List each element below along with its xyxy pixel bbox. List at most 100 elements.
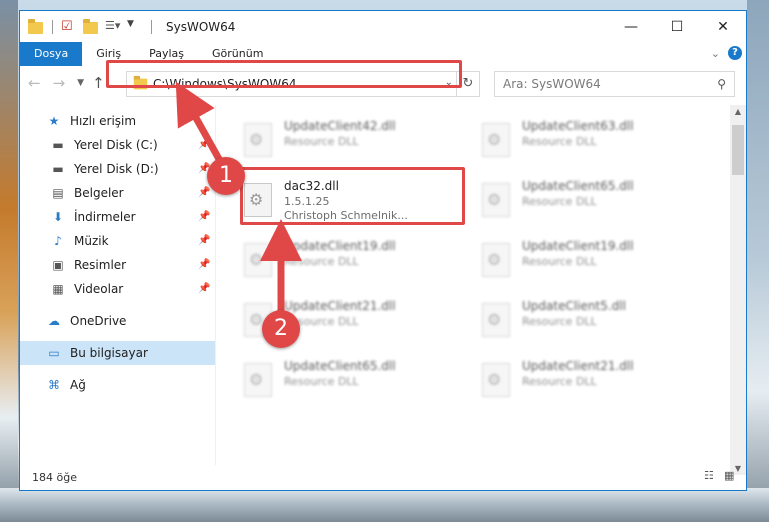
large-icons-view-icon[interactable]: ▦ [724, 470, 738, 482]
up-arrow-icon[interactable]: ↑ [92, 74, 105, 92]
dll-file-icon [482, 183, 510, 217]
downloads-icon: ⬇ [52, 210, 64, 224]
sidebar-item-this-pc[interactable]: ▭ Bu bilgisayar [20, 341, 215, 365]
title-bar: ☑ ☰▾ ▼ SysWOW64 — ☐ ✕ [20, 11, 746, 42]
videos-icon: ▦ [52, 282, 64, 296]
details-view-icon[interactable]: ☷ [704, 470, 718, 482]
file-item[interactable]: UpdateClient19.dll Resource DLL [236, 237, 456, 283]
sidebar-item-downloads[interactable]: ⬇ İndirmeler 📌 [20, 205, 215, 229]
file-name: UpdateClient42.dll [284, 119, 396, 133]
file-name: UpdateClient19.dll [522, 239, 634, 253]
sidebar-item-label: İndirmeler [74, 210, 136, 224]
file-highlight-box [240, 167, 465, 225]
sidebar-item-music[interactable]: ♪ Müzik 📌 [20, 229, 215, 253]
pin-icon: 📌 [198, 235, 211, 246]
search-placeholder: Ara: SysWOW64 [503, 77, 601, 91]
toolbar-separator [52, 19, 53, 34]
drive-icon: ▬ [52, 138, 64, 152]
file-item[interactable]: UpdateClient65.dll Resource DLL [236, 357, 456, 403]
minimize-button[interactable]: — [608, 11, 654, 42]
sidebar-item-local-disk-d[interactable]: ▬ Yerel Disk (D:) 📌 [20, 157, 215, 181]
title-separator [151, 19, 152, 34]
pin-icon: 📌 [198, 187, 211, 198]
properties-icon[interactable]: ☑ [61, 19, 77, 35]
file-type: Resource DLL [522, 135, 597, 148]
sidebar-item-local-disk-c[interactable]: ▬ Yerel Disk (C:) 📌 [20, 133, 215, 157]
network-icon: ⌘ [48, 378, 60, 392]
sidebar-item-label: Belgeler [74, 186, 124, 200]
file-item[interactable]: UpdateClient19.dll Resource DLL [474, 237, 694, 283]
pin-icon: 📌 [198, 139, 211, 150]
file-name: UpdateClient5.dll [522, 299, 626, 313]
dll-file-icon [244, 123, 272, 157]
forward-arrow-icon[interactable]: → [53, 74, 66, 92]
dll-file-icon [244, 363, 272, 397]
file-item[interactable]: UpdateClient42.dll Resource DLL [236, 117, 456, 163]
file-name: UpdateClient65.dll [284, 359, 396, 373]
ribbon-right-controls: ⌄ ? [711, 46, 742, 60]
recent-locations-icon[interactable]: ▼ [77, 78, 84, 88]
file-item[interactable]: UpdateClient63.dll Resource DLL [474, 117, 694, 163]
pin-icon: 📌 [198, 283, 211, 294]
step-1-badge: 1 [207, 157, 245, 195]
file-type: Resource DLL [284, 135, 359, 148]
address-highlight-box [106, 60, 462, 88]
pin-icon: 📌 [198, 259, 211, 270]
sidebar-item-pictures[interactable]: ▣ Resimler 📌 [20, 253, 215, 277]
search-input[interactable]: Ara: SysWOW64 ⚲ [494, 71, 735, 97]
sidebar-item-documents[interactable]: ▤ Belgeler 📌 [20, 181, 215, 205]
chevron-down-icon[interactable]: ⌄ [711, 47, 720, 60]
star-icon: ★ [48, 114, 60, 128]
customize-toolbar-icon[interactable]: ☰▾ [105, 19, 121, 35]
file-item[interactable]: UpdateClient5.dll Resource DLL [474, 297, 694, 343]
file-type: Resource DLL [284, 375, 359, 388]
sidebar-item-quick-access[interactable]: ★ Hızlı erişim [20, 109, 215, 133]
drive-icon: ▬ [52, 162, 64, 176]
toolbar-dropdown-icon[interactable]: ▼ [127, 19, 143, 35]
sidebar-item-label: Müzik [74, 234, 109, 248]
dll-file-icon [482, 303, 510, 337]
new-folder-icon[interactable] [83, 18, 99, 35]
file-name: UpdateClient19.dll [284, 239, 396, 253]
quick-access-toolbar: ☑ ☰▾ ▼ [28, 18, 149, 35]
file-name: UpdateClient21.dll [284, 299, 396, 313]
folder-icon [28, 18, 44, 35]
back-arrow-icon[interactable]: ← [28, 74, 41, 92]
help-icon[interactable]: ? [728, 46, 742, 60]
file-type: Resource DLL [522, 315, 597, 328]
file-name: UpdateClient65.dll [522, 179, 634, 193]
sidebar-item-label: Resimler [74, 258, 127, 272]
dll-file-icon [482, 363, 510, 397]
file-item[interactable]: UpdateClient65.dll Resource DLL [474, 177, 694, 223]
file-type: Resource DLL [284, 255, 359, 268]
sidebar-item-videos[interactable]: ▦ Videolar 📌 [20, 277, 215, 301]
sidebar-item-network[interactable]: ⌘ Ağ [20, 373, 215, 397]
file-item[interactable]: UpdateClient21.dll Resource DLL [474, 357, 694, 403]
cloud-icon: ☁ [48, 314, 60, 328]
vertical-scrollbar[interactable]: ▲ ▼ [730, 105, 746, 475]
sidebar-item-label: Ağ [70, 378, 86, 392]
search-icon[interactable]: ⚲ [717, 77, 726, 91]
maximize-button[interactable]: ☐ [654, 11, 700, 42]
music-icon: ♪ [54, 234, 62, 248]
documents-icon: ▤ [52, 186, 64, 200]
desktop-background-left [0, 0, 18, 522]
dll-file-icon [482, 243, 510, 277]
sidebar-item-label: OneDrive [70, 314, 127, 328]
file-type: Resource DLL [522, 375, 597, 388]
file-name: UpdateClient63.dll [522, 119, 634, 133]
sidebar-item-label: Yerel Disk (D:) [74, 162, 159, 176]
desktop-background-bottom [0, 488, 769, 522]
pin-icon: 📌 [198, 211, 211, 222]
close-button[interactable]: ✕ [700, 11, 746, 42]
tab-dosya[interactable]: Dosya [20, 42, 83, 66]
sidebar-item-onedrive[interactable]: ☁ OneDrive [20, 309, 215, 333]
navigation-buttons: ← → ▼ ↑ [28, 74, 117, 92]
sidebar-item-label: Bu bilgisayar [70, 346, 148, 360]
scrollbar-thumb[interactable] [732, 125, 744, 175]
step-2-badge: 2 [262, 310, 300, 348]
sidebar-item-label: Yerel Disk (C:) [74, 138, 158, 152]
sidebar-item-label: Hızlı erişim [70, 114, 137, 128]
scroll-up-icon[interactable]: ▲ [730, 107, 746, 116]
file-name: UpdateClient21.dll [522, 359, 634, 373]
